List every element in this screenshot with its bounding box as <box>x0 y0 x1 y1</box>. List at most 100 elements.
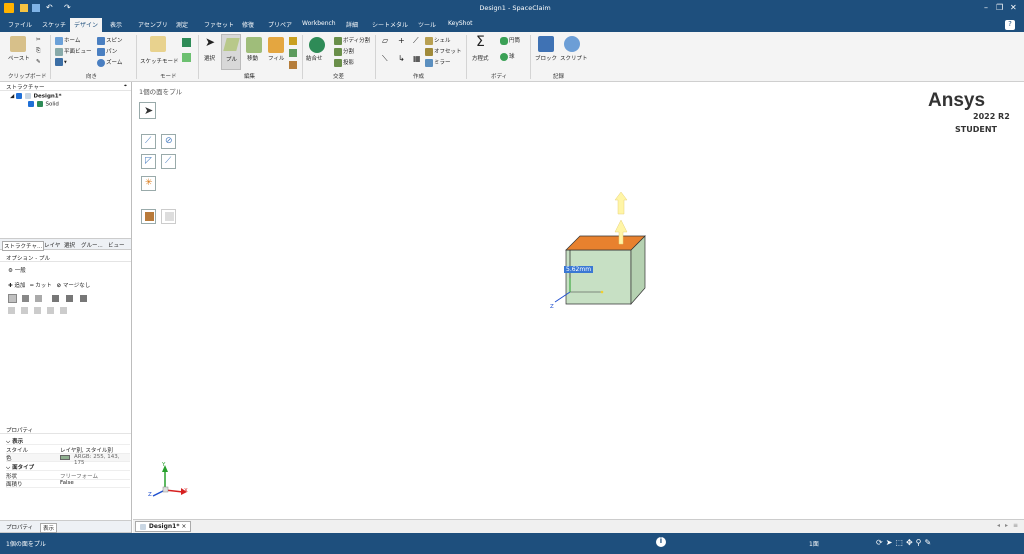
option-icon[interactable] <box>52 295 59 302</box>
color-swatch[interactable] <box>60 455 70 460</box>
revolve-guide[interactable]: ✳ <box>141 176 156 191</box>
tab-structure[interactable]: ストラクチャ... <box>2 241 45 251</box>
block-label[interactable]: ブロック <box>535 54 557 62</box>
minimize-button[interactable]: – <box>984 3 988 12</box>
restore-button[interactable]: ❐ <box>996 3 1003 12</box>
section-mode-icon[interactable] <box>182 38 191 47</box>
axis-icon[interactable]: ⟍ <box>382 54 388 64</box>
tab-display[interactable]: 表示 <box>40 523 58 533</box>
pan-button[interactable]: パン <box>97 47 117 56</box>
copy-icon[interactable]: ⎘ <box>36 48 40 55</box>
up-to-guide[interactable]: ◸ <box>141 154 156 169</box>
select-icon[interactable]: ➤ <box>886 538 896 547</box>
tab-views[interactable]: ビュー <box>108 241 125 249</box>
fill-icon[interactable] <box>268 37 284 53</box>
3d-mode-icon[interactable] <box>182 53 191 62</box>
checkbox-icon[interactable] <box>28 101 34 107</box>
plane-icon[interactable]: ▦ <box>413 54 421 63</box>
spin-button[interactable]: スピン <box>97 36 123 45</box>
scroll-left-icon[interactable]: ◂ <box>997 522 1000 529</box>
menu-tools[interactable]: ツール <box>418 20 436 29</box>
split-body-button[interactable]: ボディ分割 <box>334 36 370 45</box>
option-icon[interactable] <box>60 307 67 314</box>
cut-icon[interactable]: ✂ <box>36 37 41 43</box>
option-icon[interactable] <box>21 307 28 314</box>
project-button[interactable]: 投影 <box>334 58 354 67</box>
pull-button[interactable]: プル <box>221 34 241 70</box>
no-merge-option[interactable]: ⊘ マージなし <box>56 283 90 289</box>
selection-count[interactable]: 1面 <box>809 539 819 548</box>
display-section[interactable]: ⌵ 表示 <box>6 437 130 445</box>
tab-properties[interactable]: プロパティ <box>6 523 33 531</box>
status-tools[interactable]: ⟳➤⬚✥⚲✎ <box>876 538 934 547</box>
script-icon[interactable] <box>564 36 580 52</box>
tweak-icon[interactable] <box>289 49 297 57</box>
add-option[interactable]: ✚ 追加 <box>8 283 25 289</box>
face-type-section[interactable]: ⌵ 面タイプ <box>6 463 130 471</box>
pin-icon[interactable]: ⌖ <box>124 83 127 90</box>
option-icon[interactable] <box>80 295 87 302</box>
paste-label[interactable]: ペースト <box>8 54 30 62</box>
option-icon[interactable] <box>47 307 54 314</box>
mirror-button[interactable]: ミラー <box>425 58 451 67</box>
option-icon[interactable] <box>22 295 29 302</box>
move-icon[interactable] <box>246 37 262 53</box>
menu-repair[interactable]: 修復 <box>242 20 254 29</box>
menu-display[interactable]: 表示 <box>110 20 122 29</box>
select-icon[interactable]: ➤ <box>205 35 215 49</box>
viewport[interactable]: 1個の面をプル ➤ ⟋ ⊘ ◸ ⟋ ✳ Ansys 2022 R2 STUDEN… <box>133 82 1024 519</box>
move-label[interactable]: 移動 <box>247 54 258 62</box>
tab-layers[interactable]: レイヤ <box>44 241 60 249</box>
undo-icon[interactable]: ↶ <box>46 3 53 12</box>
line-icon[interactable]: ⟋ <box>413 36 419 46</box>
equation-label[interactable]: 方程式 <box>472 54 489 62</box>
box-select-icon[interactable]: ⬚ <box>895 538 906 547</box>
complete-guide[interactable] <box>141 209 156 224</box>
equation-icon[interactable]: Σ <box>476 34 485 50</box>
zoom-icon[interactable]: ⚲ <box>916 538 925 547</box>
combine-label[interactable]: 結合せ <box>306 54 323 62</box>
menu-workbench[interactable]: Workbench <box>302 20 336 27</box>
option-icon[interactable] <box>66 295 73 302</box>
close-tab-button[interactable]: × <box>181 523 186 530</box>
scroll-right-icon[interactable]: ▸ <box>1005 522 1008 529</box>
info-icon[interactable]: i <box>656 537 666 547</box>
direction-guide[interactable]: ⟋ <box>141 134 156 149</box>
tree-root[interactable]: ◢ Design1* <box>10 93 62 100</box>
menu-detail[interactable]: 詳細 <box>346 20 358 29</box>
paste-icon[interactable] <box>10 36 26 52</box>
option-icon[interactable] <box>34 307 41 314</box>
dimension-label[interactable]: 5.62mm <box>564 266 594 273</box>
pan-icon[interactable]: ✥ <box>906 538 916 547</box>
menu-sketch[interactable]: スケッチ <box>42 20 66 29</box>
model-solid[interactable] <box>543 192 673 312</box>
option-icon[interactable] <box>35 295 42 302</box>
offset-button[interactable]: オフセット <box>425 47 462 56</box>
replace-icon[interactable] <box>289 61 297 69</box>
point-icon[interactable]: + <box>398 36 405 45</box>
tab-groups[interactable]: グルー... <box>81 241 103 249</box>
tab-selection[interactable]: 選択 <box>64 241 75 249</box>
block-recording-icon[interactable] <box>538 36 554 52</box>
sketch-mode-label[interactable]: スケッチモード <box>140 57 179 65</box>
redo-icon[interactable]: ↷ <box>64 3 71 12</box>
menu-facets[interactable]: ファセット <box>204 20 234 29</box>
expand-icon[interactable]: ◢ <box>10 94 14 100</box>
script-label[interactable]: スクリプト <box>560 54 588 62</box>
cylinder-button[interactable]: 円筒 <box>500 36 520 45</box>
plan-view-button[interactable]: 平面ビュー <box>55 47 92 56</box>
format-painter-icon[interactable]: ✎ <box>36 59 41 65</box>
cut-option[interactable]: ━ カット <box>30 283 52 289</box>
select-label[interactable]: 選択 <box>204 54 215 62</box>
menu-file[interactable]: ファイル <box>8 20 32 29</box>
document-tab[interactable]: Design1* × <box>135 521 192 532</box>
split-button[interactable]: 分割 <box>334 47 354 56</box>
menu-design[interactable]: デザイン <box>70 18 103 32</box>
combine-icon[interactable] <box>309 37 325 53</box>
option-icon[interactable] <box>8 294 17 303</box>
sphere-button[interactable]: 球 <box>500 52 515 61</box>
menu-assembly[interactable]: アセンブリ <box>138 20 168 29</box>
menu-prepare[interactable]: プリペア <box>268 20 292 29</box>
view-dropdown[interactable]: ▾ <box>55 58 67 66</box>
origin-icon[interactable]: ↳ <box>398 54 405 63</box>
